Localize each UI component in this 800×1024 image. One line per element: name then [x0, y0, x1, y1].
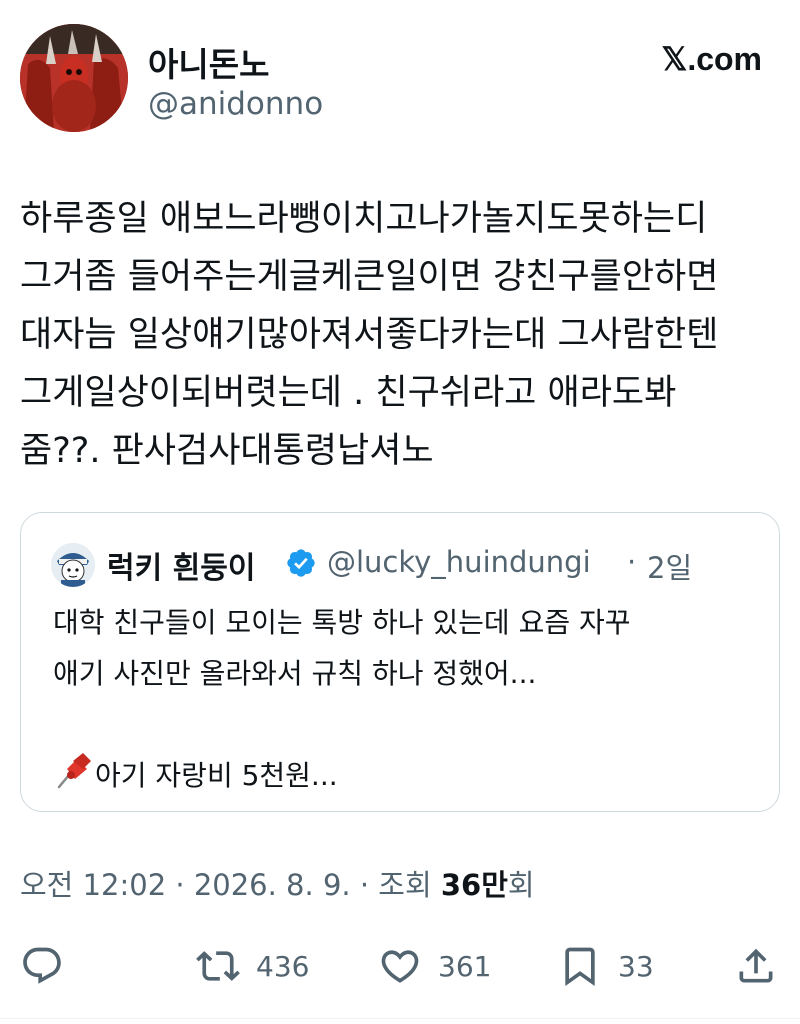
quoted-line: 대학 친구들이 모이는 톡방 하나 있는데 요즘 자꾸 [53, 606, 631, 639]
like-count: 361 [438, 949, 492, 983]
tweet-date[interactable]: 2026. 8. 9. [194, 868, 351, 902]
action-bar: 436 361 33 [20, 940, 780, 992]
views-suffix: 회 [507, 868, 535, 902]
share-icon [739, 948, 773, 983]
views-count: 36만 [440, 868, 508, 902]
quoted-author-avatar[interactable] [51, 543, 95, 587]
quoted-line: 아기 자랑비 5천원... [95, 759, 338, 792]
quoted-line-with-pin: 아기 자랑비 5천원... [53, 750, 753, 801]
tweet-line: 줌??. 판사검사대통령납셔노 [20, 431, 434, 471]
quoted-separator: · [627, 545, 637, 579]
author-avatar[interactable] [20, 24, 128, 132]
tweet-header: 아니돈노 @anidonno 𝕏.com [20, 24, 780, 136]
quoted-tweet[interactable]: 럭키 흰둥이 @lucky_huindungi · 2일 대학 친구들이 모이는… [20, 512, 780, 812]
tweet-meta: 오전 12:02 · 2026. 8. 9. · 조회 36만회 [20, 862, 535, 904]
retweet-icon [196, 951, 240, 981]
meta-separator: · [350, 868, 379, 902]
tweet-line: 그게일상이되버렷는데 . 친구쉬라고 애라도봐 [20, 373, 677, 413]
quoted-author-handle[interactable]: @lucky_huindungi [327, 545, 591, 579]
heart-icon [381, 950, 419, 983]
retweet-count: 436 [256, 949, 310, 983]
avatar-image [20, 24, 128, 132]
verified-badge-icon [287, 549, 315, 577]
tweet-line: 그거좀 들어주는게글케큰일이면 걍친구를안하면 [20, 257, 719, 297]
quoted-author-name[interactable]: 럭키 흰둥이 [107, 543, 255, 587]
author-display-name[interactable]: 아니돈노 [148, 38, 269, 86]
tweet-line: 대자늠 일상얘기많아져서좋다카는대 그사람한텐 [20, 315, 719, 355]
x-logo[interactable]: 𝕏.com [662, 40, 762, 78]
tweet-line: 하루종일 애보느라뺑이치고나가놀지도못하는디 [20, 199, 708, 239]
share-button[interactable] [734, 940, 778, 992]
meta-separator: · [166, 868, 194, 902]
retweet-button[interactable]: 436 [196, 940, 309, 992]
quoted-text: 대학 친구들이 모이는 톡방 하나 있는데 요즘 자꾸 애기 사진만 올라와서 … [53, 597, 753, 801]
reply-button[interactable] [20, 940, 64, 992]
author-handle[interactable]: @anidonno [148, 86, 323, 122]
quoted-line [53, 699, 753, 750]
reply-icon [23, 947, 61, 984]
bookmark-button[interactable]: 33 [558, 940, 654, 992]
tweet-time[interactable]: 오전 12:02 [20, 868, 166, 902]
bookmark-icon [565, 947, 595, 987]
views-prefix: 조회 [378, 868, 441, 902]
tweet-text: 하루종일 애보느라뺑이치고나가놀지도못하는디 그거좀 들어주는게글케큰일이면 걍… [20, 190, 780, 480]
quoted-timestamp[interactable]: 2일 [647, 545, 692, 587]
quoted-avatar-image [51, 543, 95, 587]
bookmark-count: 33 [618, 949, 654, 983]
bottom-divider [0, 1018, 800, 1019]
like-button[interactable]: 361 [378, 940, 491, 992]
pushpin-icon [57, 753, 91, 789]
quoted-line: 애기 사진만 올라와서 규칙 하나 정했어... [53, 657, 537, 690]
